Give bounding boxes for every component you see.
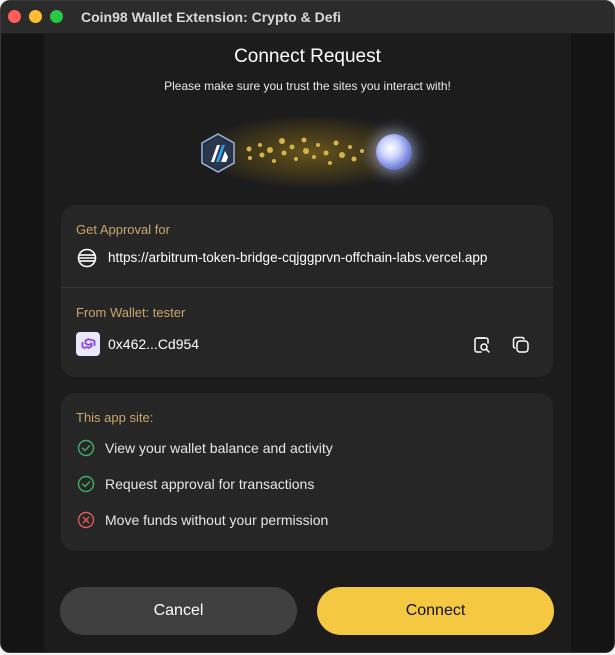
page-title: Connect Request [234,46,381,67]
wallet-label: From Wallet: tester [76,305,186,320]
explorer-search-icon[interactable] [473,336,491,354]
app-window: Coin98 Wallet Extension: Crypto & Defi C… [0,0,615,653]
approval-card: Get Approval for https://arbitrum-token-… [61,205,553,377]
permissions-card: This app site: View your wallet balance … [61,393,553,551]
connect-button[interactable]: Connect [317,587,554,635]
right-margin [571,34,614,652]
cancel-button[interactable]: Cancel [60,587,297,635]
window-title: Coin98 Wallet Extension: Crypto & Defi [81,9,342,25]
approval-label: Get Approval for [76,222,170,237]
permission-item: Move funds without your permission [77,511,328,529]
check-circle-icon [77,475,95,493]
site-url: https://arbitrum-token-bridge-cqjggprvn-… [108,250,488,265]
connection-dots [246,137,364,165]
permissions-label: This app site: [76,410,154,425]
arbitrum-logo-icon [201,133,235,173]
polygon-icon [76,332,100,356]
connection-illustration [186,109,431,195]
title-bar: Coin98 Wallet Extension: Crypto & Defi [1,1,614,34]
check-circle-icon [77,439,95,457]
globe-outline-icon [77,248,97,268]
left-margin [1,34,44,652]
wallet-address: 0x462...Cd954 [108,336,200,352]
card-divider [61,287,553,288]
x-circle-icon [77,511,95,529]
permission-item: Request approval for transactions [77,475,314,493]
maximize-window-button[interactable] [50,10,63,23]
close-window-button[interactable] [8,10,21,23]
permission-item: View your wallet balance and activity [77,439,333,457]
permission-text: View your wallet balance and activity [105,440,333,456]
copy-icon[interactable] [512,336,530,354]
globe-icon [376,134,412,170]
permission-text: Move funds without your permission [105,512,329,528]
permission-text: Request approval for transactions [105,476,315,492]
minimize-window-button[interactable] [29,10,42,23]
page-subtitle: Please make sure you trust the sites you… [164,79,451,93]
